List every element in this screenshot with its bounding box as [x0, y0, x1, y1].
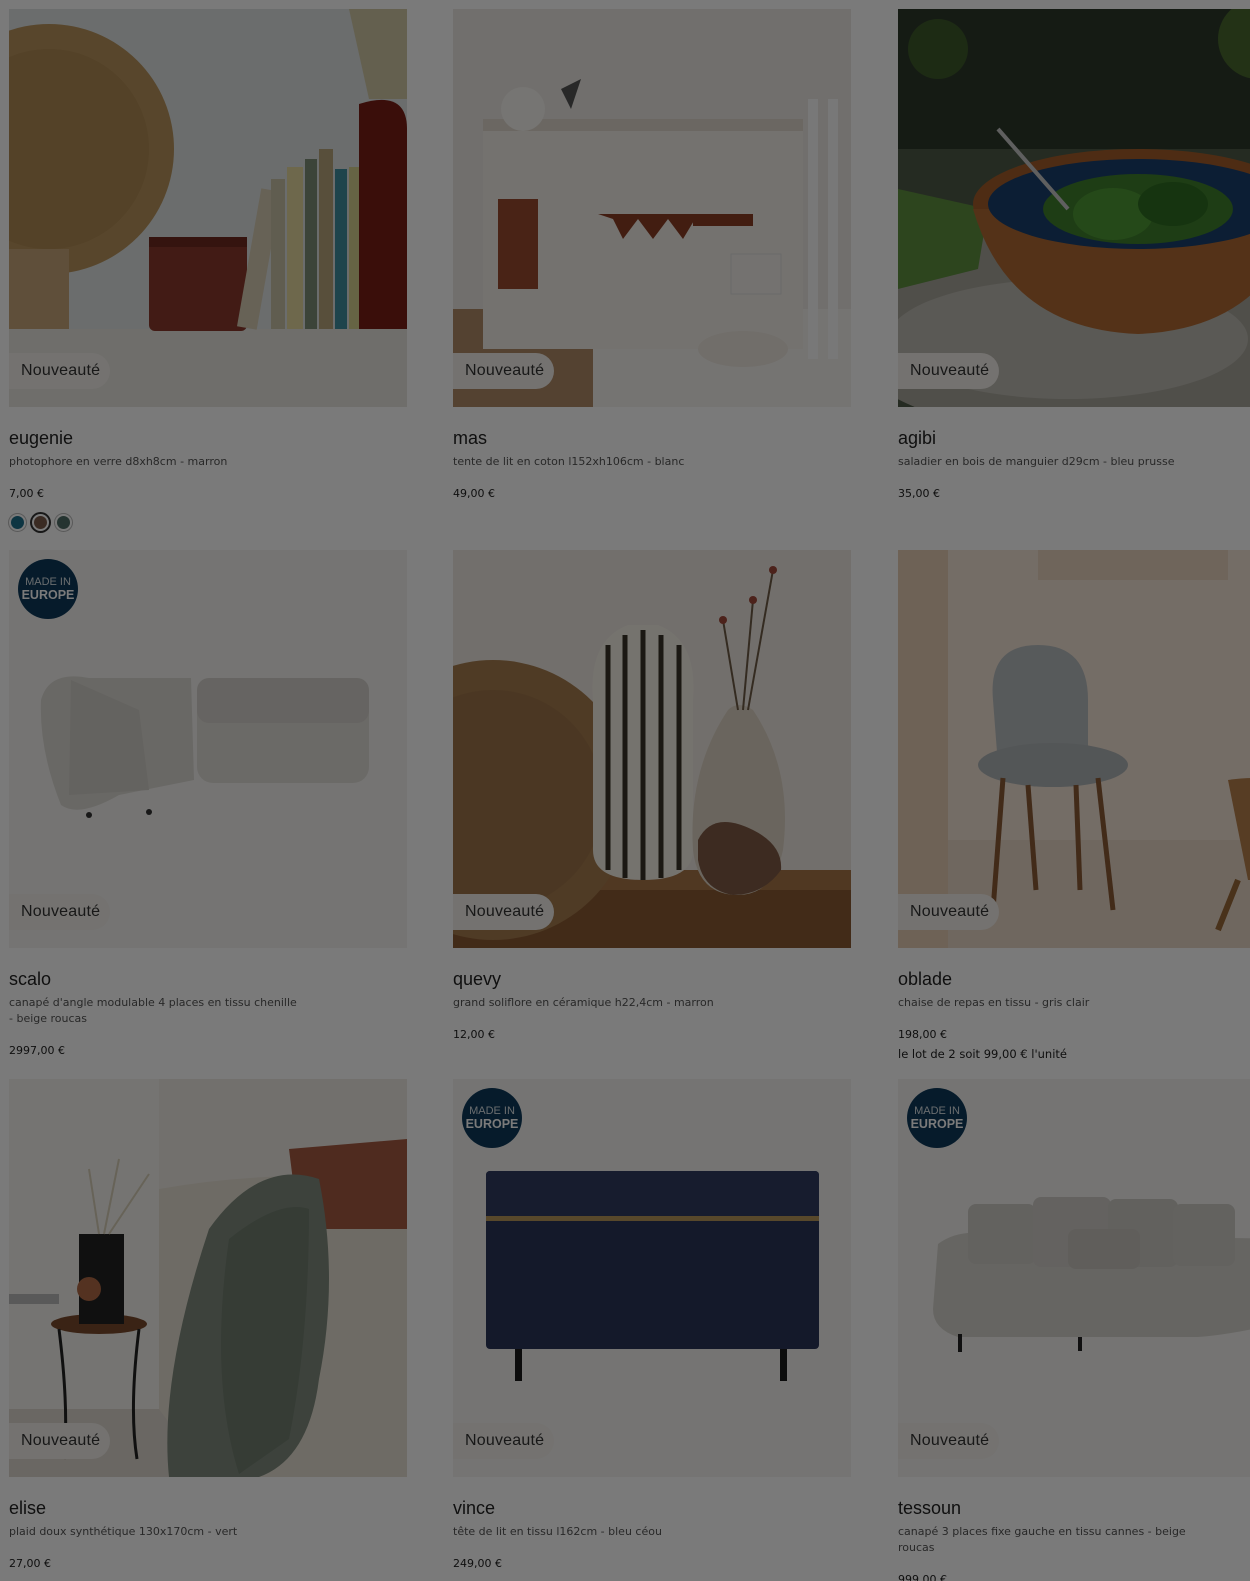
product-image[interactable]: MADE IN EUROPE Nouveauté [9, 550, 407, 948]
made-in-europe-badge: MADE IN EUROPE [462, 1088, 522, 1148]
salad-bowl-photo [898, 9, 1250, 407]
product-price: 12,00 € [453, 1028, 495, 1041]
new-badge: Nouveauté [453, 1423, 555, 1459]
made-in-label: MADE IN [469, 1104, 515, 1117]
bed-tent-photo [453, 9, 851, 407]
product-image[interactable]: MADE IN EUROPE Nouveauté [898, 1079, 1250, 1477]
made-in-europe-badge: MADE IN EUROPE [18, 559, 78, 619]
product-image[interactable]: Nouveauté [898, 550, 1250, 948]
product-card-oblade[interactable]: Nouveauté oblade chaise de repas en tiss… [898, 550, 1250, 1061]
price-per-unit-note: le lot de 2 soit 99,00 € l'unité [898, 1047, 1067, 1061]
product-name[interactable]: eugenie [9, 427, 407, 449]
product-description: photophore en verre d8xh8cm - marron [9, 455, 228, 468]
product-description: canapé 3 places fixe gauche en tissu can… [898, 1525, 1186, 1554]
product-name[interactable]: scalo [9, 968, 407, 990]
product-image[interactable]: MADE IN EUROPE Nouveauté [453, 1079, 851, 1477]
dining-chair-photo [898, 550, 1250, 948]
product-name[interactable]: vince [453, 1497, 851, 1519]
product-price: 2997,00 € [9, 1044, 65, 1057]
product-price: 27,00 € [9, 1557, 51, 1570]
color-swatch-brown[interactable] [32, 514, 49, 531]
product-description: canapé d'angle modulable 4 places en tis… [9, 996, 297, 1025]
product-card-elise[interactable]: Nouveauté elise plaid doux synthétique 1… [9, 1079, 407, 1571]
product-card-vince[interactable]: MADE IN EUROPE Nouveauté vince tête de l… [453, 1079, 851, 1571]
europe-label: EUROPE [910, 1116, 964, 1131]
new-badge: Nouveauté [9, 1423, 111, 1459]
product-price: 35,00 € [898, 487, 940, 500]
new-badge: Nouveauté [898, 353, 1000, 389]
product-name[interactable]: mas [453, 427, 851, 449]
color-swatch-green[interactable] [55, 514, 72, 531]
new-badge: Nouveauté [453, 894, 555, 930]
made-in-label: MADE IN [914, 1104, 960, 1117]
product-card-scalo[interactable]: MADE IN EUROPE Nouveauté scalo canapé d'… [9, 550, 407, 1058]
product-description: grand soliflore en céramique h22,4cm - m… [453, 996, 714, 1009]
product-image[interactable]: Nouveauté [898, 9, 1250, 407]
product-image[interactable]: Nouveauté [9, 9, 407, 407]
europe-label: EUROPE [21, 587, 75, 602]
color-swatch-blue[interactable] [9, 514, 26, 531]
product-price: 249,00 € [453, 1557, 502, 1570]
product-card-tessoun[interactable]: MADE IN EUROPE Nouveauté tessoun canapé … [898, 1079, 1250, 1581]
new-badge: Nouveauté [453, 353, 555, 389]
candle-holder-photo [9, 9, 407, 407]
product-description: tente de lit en coton l152xh106cm - blan… [453, 455, 685, 468]
made-in-label: MADE IN [25, 575, 71, 588]
product-name[interactable]: elise [9, 1497, 407, 1519]
product-price: 198,00 € [898, 1028, 947, 1041]
product-price: 49,00 € [453, 487, 495, 500]
ceramic-vase-photo [453, 550, 851, 948]
product-image[interactable]: Nouveauté [453, 550, 851, 948]
product-description: saladier en bois de manguier d29cm - ble… [898, 455, 1175, 468]
made-in-europe-badge: MADE IN EUROPE [907, 1088, 967, 1148]
product-name[interactable]: tessoun [898, 1497, 1250, 1519]
product-image[interactable]: Nouveauté [9, 1079, 407, 1477]
product-card-agibi[interactable]: Nouveauté agibi saladier en bois de mang… [898, 9, 1250, 501]
product-description: tête de lit en tissu l162cm - bleu céou [453, 1525, 662, 1538]
plaid-throw-photo [9, 1079, 407, 1477]
new-badge: Nouveauté [9, 353, 111, 389]
color-swatches [9, 514, 407, 531]
product-card-quevy[interactable]: Nouveauté quevy grand soliflore en céram… [453, 550, 851, 1042]
product-description: chaise de repas en tissu - gris clair [898, 996, 1090, 1009]
product-card-mas[interactable]: Nouveauté mas tente de lit en coton l152… [453, 9, 851, 501]
product-price: 7,00 € [9, 487, 44, 500]
product-description: plaid doux synthétique 130x170cm - vert [9, 1525, 238, 1538]
product-price: 999,00 € [898, 1573, 947, 1581]
product-name[interactable]: quevy [453, 968, 851, 990]
new-badge: Nouveauté [9, 894, 111, 930]
europe-label: EUROPE [465, 1116, 519, 1131]
product-image[interactable]: Nouveauté [453, 9, 851, 407]
new-badge: Nouveauté [898, 894, 1000, 930]
product-card-eugenie[interactable]: Nouveauté eugenie photophore en verre d8… [9, 9, 407, 531]
product-name[interactable]: oblade [898, 968, 1250, 990]
product-name[interactable]: agibi [898, 427, 1250, 449]
product-grid: Nouveauté eugenie photophore en verre d8… [0, 0, 1250, 1581]
new-badge: Nouveauté [898, 1423, 1000, 1459]
